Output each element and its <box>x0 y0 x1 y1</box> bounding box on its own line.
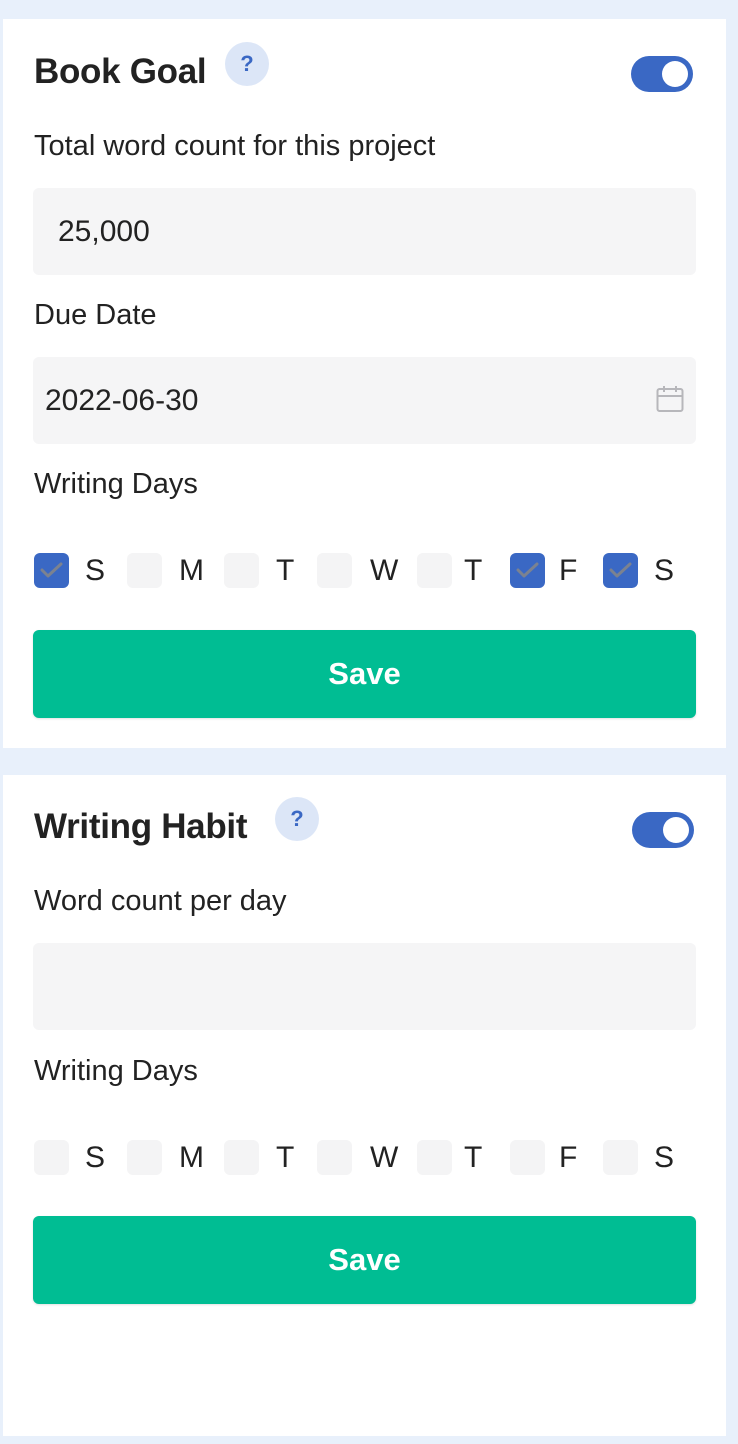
day-checkbox[interactable] <box>34 553 69 588</box>
day-checkbox[interactable] <box>417 1140 452 1175</box>
total-word-count-value: 25,000 <box>58 214 150 248</box>
writing-habit-writing-days: SMTWTFS <box>34 1140 714 1176</box>
writing-habit-card: Writing Habit ? Word count per day Writi… <box>3 775 726 1436</box>
day-checkbox[interactable] <box>317 553 352 588</box>
day-checkbox[interactable] <box>34 1140 69 1175</box>
writing-days-label: Writing Days <box>34 468 198 500</box>
checkmark-icon <box>516 562 539 578</box>
day-label: S <box>654 554 675 587</box>
day-label: M <box>179 1141 204 1174</box>
day-label: F <box>559 1141 578 1174</box>
book-goal-save-button[interactable]: Save <box>33 630 696 718</box>
day-label: T <box>464 554 483 587</box>
day-checkbox[interactable] <box>510 553 545 588</box>
writing-habit-save-button[interactable]: Save <box>33 1216 696 1304</box>
day-label: F <box>559 554 578 587</box>
book-goal-help-icon[interactable]: ? <box>225 42 269 86</box>
book-goal-toggle[interactable] <box>631 56 693 92</box>
day-checkbox[interactable] <box>417 553 452 588</box>
day-checkbox[interactable] <box>510 1140 545 1175</box>
day-checkbox[interactable] <box>317 1140 352 1175</box>
word-count-per-day-label: Word count per day <box>34 885 287 917</box>
question-mark-icon: ? <box>240 51 254 76</box>
writing-habit-help-icon[interactable]: ? <box>275 797 319 841</box>
day-label: M <box>179 554 204 587</box>
toggle-knob <box>663 817 689 843</box>
due-date-input[interactable]: 2022-06-30 <box>33 357 696 444</box>
day-checkbox[interactable] <box>603 553 638 588</box>
day-checkbox[interactable] <box>127 553 162 588</box>
day-checkbox[interactable] <box>224 1140 259 1175</box>
writing-habit-title: Writing Habit <box>34 807 248 846</box>
day-label: T <box>276 1141 295 1174</box>
word-count-label: Total word count for this project <box>34 130 436 162</box>
day-label: S <box>85 554 106 587</box>
checkmark-icon <box>40 562 63 578</box>
day-label: S <box>85 1141 106 1174</box>
day-checkbox[interactable] <box>127 1140 162 1175</box>
book-goal-writing-days: SMTWTFS <box>34 553 714 589</box>
checkmark-icon <box>609 562 632 578</box>
writing-habit-toggle[interactable] <box>632 812 694 848</box>
due-date-value: 2022-06-30 <box>45 383 199 417</box>
calendar-icon[interactable] <box>656 385 684 413</box>
day-label: W <box>370 1141 399 1174</box>
day-label: T <box>276 554 295 587</box>
book-goal-card: Book Goal ? Total word count for this pr… <box>3 19 726 748</box>
due-date-label: Due Date <box>34 299 157 331</box>
toggle-knob <box>662 61 688 87</box>
book-goal-title: Book Goal <box>34 52 207 91</box>
question-mark-icon: ? <box>290 806 304 831</box>
writing-days-label: Writing Days <box>34 1055 198 1087</box>
day-label: W <box>370 554 399 587</box>
day-label: S <box>654 1141 675 1174</box>
day-checkbox[interactable] <box>224 553 259 588</box>
total-word-count-input[interactable]: 25,000 <box>33 188 696 275</box>
day-checkbox[interactable] <box>603 1140 638 1175</box>
day-label: T <box>464 1141 483 1174</box>
word-count-per-day-input[interactable] <box>33 943 696 1030</box>
